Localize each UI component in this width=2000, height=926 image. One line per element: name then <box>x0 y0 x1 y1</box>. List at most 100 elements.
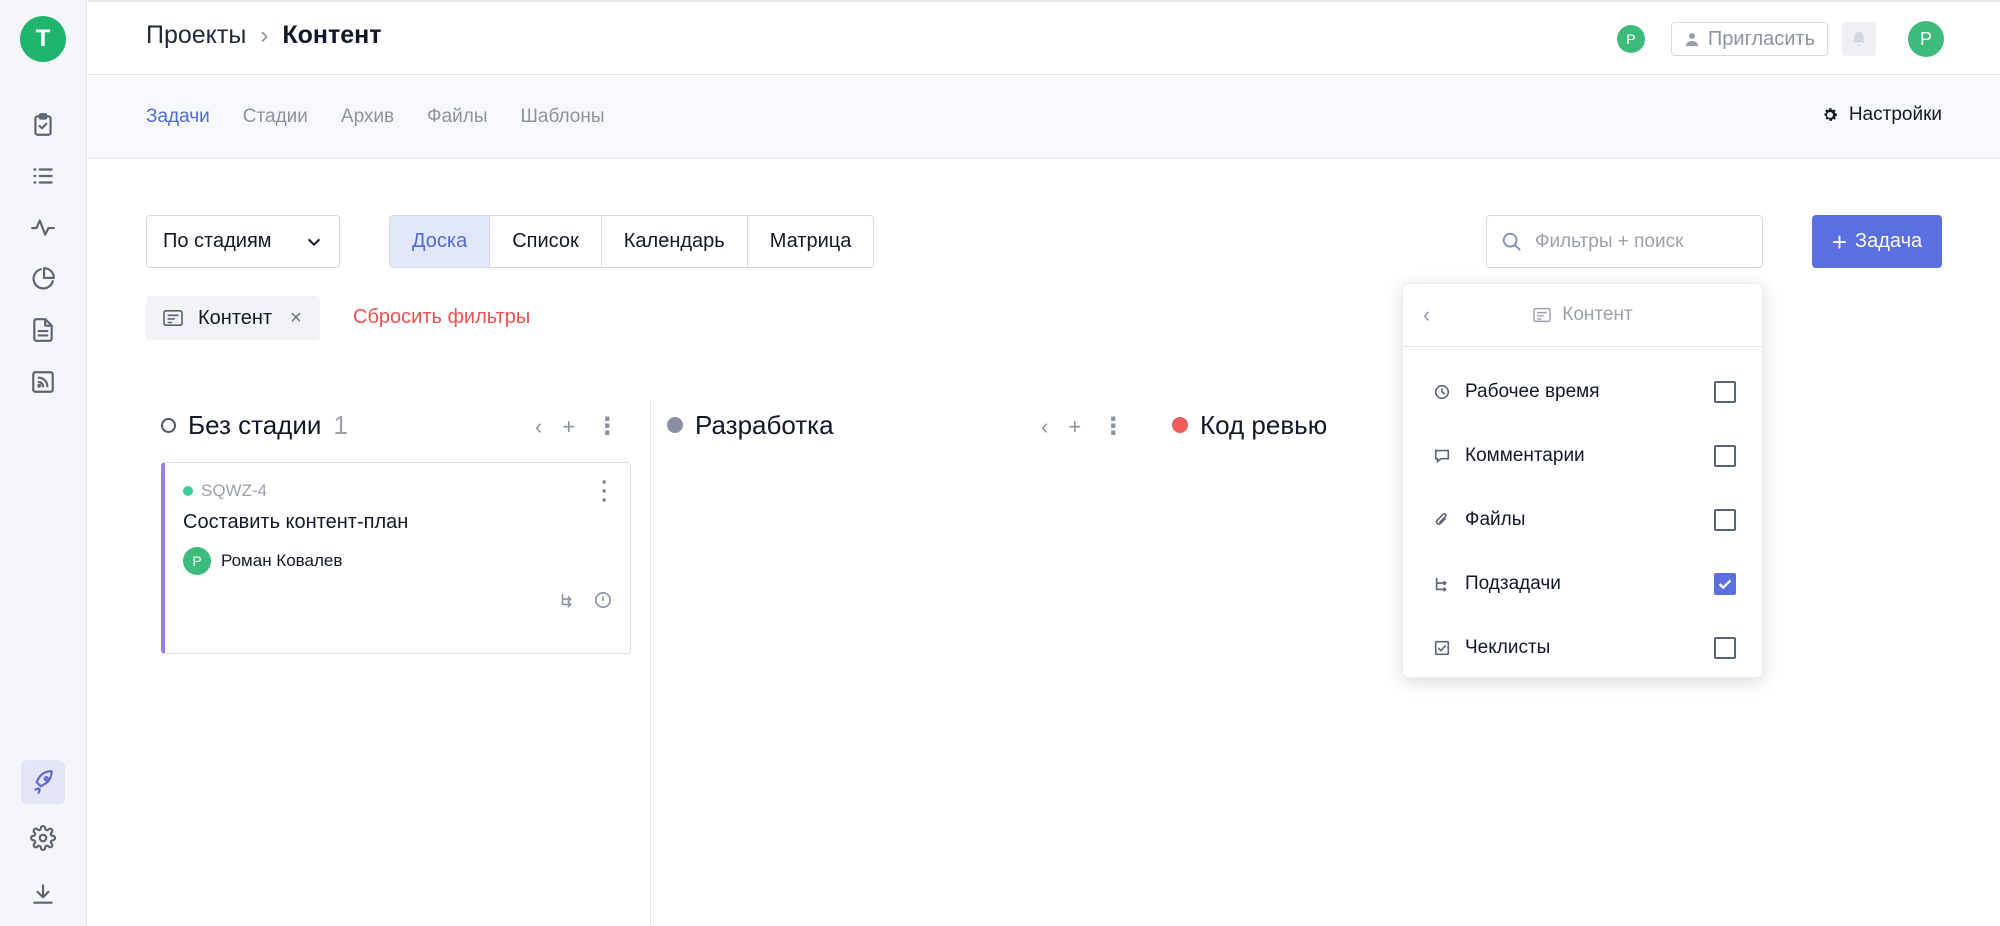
project-icon <box>1533 307 1552 323</box>
activity-icon[interactable] <box>21 205 65 249</box>
member-avatar[interactable]: P <box>1616 25 1645 53</box>
check-icon <box>1718 579 1732 590</box>
status-dot <box>183 486 193 496</box>
column-controls: ‹ + ⋮ <box>535 412 619 441</box>
info-icon[interactable] <box>594 591 612 609</box>
notifications-button[interactable] <box>1842 22 1876 56</box>
option-comments[interactable]: Комментарии <box>1403 436 1764 476</box>
breadcrumb-separator: › <box>260 21 269 49</box>
column-divider <box>650 400 651 926</box>
close-icon[interactable]: × <box>290 307 302 330</box>
clock-icon <box>1434 384 1450 400</box>
chevron-down-icon <box>307 238 321 246</box>
page-title: Контент <box>282 21 382 49</box>
grouping-select[interactable]: По стадиям <box>146 215 340 268</box>
download-icon[interactable] <box>21 872 65 916</box>
column-title: Код ревью <box>1200 409 1328 440</box>
view-calendar[interactable]: Календарь <box>602 216 748 267</box>
bell-icon <box>1852 31 1866 47</box>
option-checklists[interactable]: Чеклисты <box>1403 628 1764 668</box>
project-tabs-bar: Задачи Стадии Архив Файлы Шаблоны Настро… <box>88 76 2000 159</box>
gear-icon[interactable] <box>21 816 65 860</box>
search-icon <box>1502 232 1521 251</box>
chevron-left-icon[interactable]: ‹ <box>1423 302 1430 328</box>
subtask-icon <box>1435 577 1447 592</box>
add-task-button[interactable]: + Задача <box>1812 215 1942 268</box>
search-input[interactable]: Фильтры + поиск <box>1486 215 1763 268</box>
option-label: Подзадачи <box>1465 573 1561 594</box>
workspace-logo[interactable]: T <box>20 16 66 62</box>
view-board[interactable]: Доска <box>390 216 491 267</box>
paperclip-icon <box>1435 513 1447 525</box>
option-label: Чеклисты <box>1465 637 1551 658</box>
breadcrumb-projects[interactable]: Проекты <box>146 21 246 50</box>
task-card[interactable]: SQWZ-4 · · · Составить контент-план P Рома… <box>161 462 631 654</box>
dropdown-header: ‹ Контент <box>1403 284 1762 347</box>
more-icon[interactable]: ⋮ <box>1101 412 1125 441</box>
plus-icon[interactable]: + <box>1068 414 1081 440</box>
tasks-icon[interactable] <box>21 103 65 147</box>
tab-templates[interactable]: Шаблоны <box>521 106 605 128</box>
option-checkbox[interactable] <box>1714 381 1736 403</box>
task-key-label: SQWZ-4 <box>201 481 268 500</box>
stage-dot <box>161 417 176 433</box>
dropdown-title: Контент <box>1562 304 1633 325</box>
column-header-code-review: Код ревью <box>1172 410 1327 440</box>
option-checkbox[interactable] <box>1714 445 1736 467</box>
option-checkbox[interactable] <box>1714 509 1736 531</box>
chevron-left-icon[interactable]: ‹ <box>535 414 542 440</box>
view-matrix[interactable]: Матрица <box>748 216 874 267</box>
plus-icon[interactable]: + <box>562 414 575 440</box>
invite-button[interactable]: Пригласить <box>1670 22 1828 56</box>
list-icon[interactable] <box>21 154 65 198</box>
chevron-left-icon[interactable]: ‹ <box>1041 414 1048 440</box>
tab-archive[interactable]: Архив <box>341 106 394 128</box>
gear-icon <box>1824 108 1837 121</box>
more-icon[interactable]: ⋮ <box>595 412 619 441</box>
option-subtasks[interactable]: Подзадачи <box>1403 564 1764 604</box>
view-switcher: Доска Список Календарь Матрица <box>389 215 875 268</box>
reset-filters-link[interactable]: Сбросить фильтры <box>353 306 530 329</box>
option-work-time[interactable]: Рабочее время <box>1403 372 1764 412</box>
card-fields-dropdown: ‹ Контент Рабочее время Комментарии Файл… <box>1402 283 1763 678</box>
option-label: Файлы <box>1465 509 1526 530</box>
filter-chip[interactable]: Контент × <box>146 296 320 340</box>
stage-dot <box>1172 417 1188 433</box>
column-title: Без стадии <box>188 409 322 440</box>
project-icon <box>163 309 183 327</box>
column-header-no-stage: Без стадии 1 <box>161 410 348 440</box>
subtask-icon <box>561 593 572 608</box>
tab-stages[interactable]: Стадии <box>243 106 308 128</box>
invite-label: Пригласить <box>1707 27 1815 50</box>
settings-button[interactable]: Настройки <box>1821 104 1942 126</box>
add-task-label: Задача <box>1855 230 1923 252</box>
user-icon <box>1685 33 1698 46</box>
task-assignee: P Роман Ковалев <box>183 547 342 575</box>
rocket-icon[interactable] <box>21 760 65 804</box>
comment-icon <box>1434 449 1450 464</box>
left-rail: T <box>0 0 87 926</box>
assignee-name: Роман Ковалев <box>221 551 343 570</box>
tab-files[interactable]: Файлы <box>427 106 487 128</box>
option-files[interactable]: Файлы <box>1403 500 1764 540</box>
task-key: SQWZ-4 <box>183 481 267 501</box>
settings-label: Настройки <box>1848 104 1942 125</box>
option-checkbox-checked[interactable] <box>1714 573 1736 595</box>
rss-icon[interactable] <box>21 360 65 404</box>
view-list[interactable]: Список <box>490 216 602 267</box>
filter-chip-label: Контент <box>198 306 273 329</box>
document-icon[interactable] <box>21 308 65 352</box>
breadcrumb: Проекты › Контент <box>146 21 381 50</box>
more-icon[interactable]: · · · <box>601 473 608 511</box>
user-avatar[interactable]: P <box>1908 21 1944 57</box>
task-title: Составить контент-план <box>183 511 409 533</box>
column-count: 1 <box>333 409 348 440</box>
grouping-value: По стадиям <box>163 230 272 252</box>
option-label: Рабочее время <box>1465 381 1600 402</box>
option-label: Комментарии <box>1465 445 1585 466</box>
option-checkbox[interactable] <box>1714 637 1736 659</box>
tab-tasks[interactable]: Задачи <box>146 106 210 128</box>
pie-chart-icon[interactable] <box>21 257 65 301</box>
stage-dot <box>667 417 683 433</box>
column-title: Разработка <box>695 409 834 440</box>
